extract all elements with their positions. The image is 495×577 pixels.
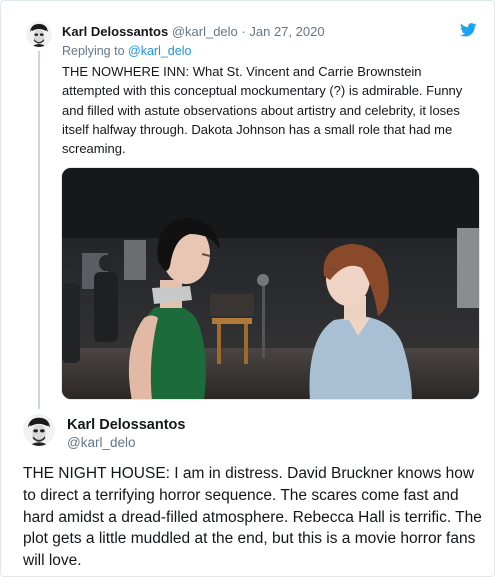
tweet-media-image[interactable]	[61, 167, 480, 400]
main-author-handle[interactable]: @karl_delo	[67, 435, 136, 450]
main-author-name[interactable]: Karl Delossantos	[67, 417, 185, 433]
parent-tweet-header: Karl Delossantos @karl_delo · Jan 27, 20…	[62, 24, 325, 39]
replying-to-mention[interactable]: @karl_delo	[128, 44, 191, 58]
embedded-tweet-card: Karl Delossantos @karl_delo · Jan 27, 20…	[0, 0, 495, 577]
parent-tweet-avatar[interactable]	[26, 21, 52, 47]
main-tweet-text: THE NIGHT HOUSE: I am in distress. David…	[23, 465, 482, 570]
parent-tweet-text: THE NOWHERE INN: What St. Vincent and Ca…	[62, 64, 463, 157]
parent-author-name[interactable]: Karl Delossantos	[62, 24, 168, 39]
main-tweet-avatar[interactable]	[23, 414, 55, 446]
parent-author-handle[interactable]: @karl_delo	[172, 24, 238, 39]
twitter-bird-icon[interactable]	[459, 23, 477, 37]
parent-tweet-date[interactable]: Jan 27, 2020	[249, 24, 324, 39]
replying-to-prefix: Replying to	[62, 44, 129, 58]
replying-to-line: Replying to @karl_delo	[62, 44, 191, 58]
header-separator: ·	[241, 24, 246, 39]
thread-connector-line	[38, 51, 40, 409]
